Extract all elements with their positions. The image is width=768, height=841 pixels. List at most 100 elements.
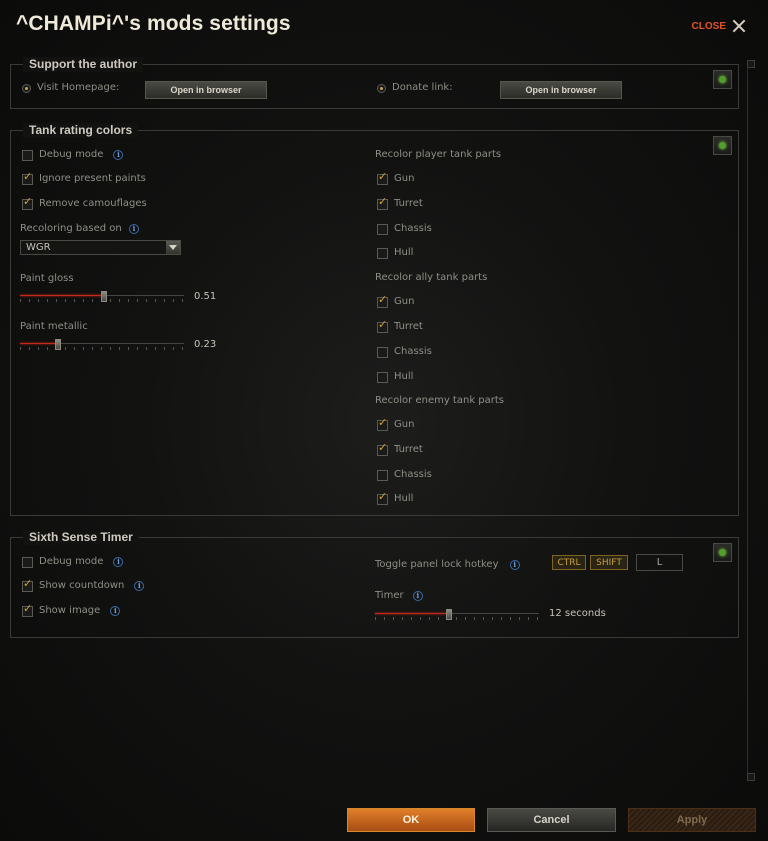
ignore-paints-checkbox[interactable]: Ignore present paints [22,171,146,185]
ally-turret-checkbox[interactable]: Turret [377,319,423,333]
checkbox-box [377,491,388,505]
homepage-open-button[interactable]: Open in browser [145,81,267,99]
player-gun-checkbox[interactable]: Gun [377,171,415,185]
show-image-checkbox[interactable]: Show image i [22,603,121,617]
visit-homepage-radio[interactable]: Visit Homepage: [22,82,119,94]
info-icon[interactable]: i [113,557,124,567]
player-parts-title: Recolor player tank parts [375,149,502,160]
hotkey-ctrl-key[interactable]: CTRL [552,555,586,570]
tank-rating-group: Tank rating colors Debug mode i Ignore p… [10,123,739,516]
scroll-up-arrow[interactable] [747,60,755,68]
show-countdown-label: Show countdown [39,580,125,591]
paint-metallic-label: Paint metallic [20,321,88,332]
checkbox-box [377,319,388,333]
timer-slider[interactable] [375,609,539,620]
enemy-turret-checkbox[interactable]: Turret [377,442,423,456]
ally-hull-label: Hull [394,371,414,382]
enemy-hull-checkbox[interactable]: Hull [377,491,413,505]
slider-thumb[interactable] [54,339,61,350]
enemy-chassis-checkbox[interactable]: Chassis [377,469,432,481]
close-button[interactable]: CLOSE [692,19,746,33]
ignore-paints-label: Ignore present paints [39,173,146,184]
show-image-label: Show image [39,605,101,616]
collapse-icon [719,142,726,149]
checkbox-box [22,556,33,568]
scrollbar[interactable] [747,60,755,781]
enemy-gun-checkbox[interactable]: Gun [377,417,415,431]
timer-label-text: Timer [375,590,404,601]
hotkey-label-text: Toggle panel lock hotkey [375,559,499,570]
ally-chassis-checkbox[interactable]: Chassis [377,346,432,358]
donate-open-button[interactable]: Open in browser [500,81,622,99]
ally-hull-checkbox[interactable]: Hull [377,371,413,383]
chevron-down-icon [166,241,180,254]
paint-gloss-slider[interactable] [20,291,184,302]
checkbox-box [377,247,388,259]
ally-gun-label: Gun [394,296,415,307]
checkbox-box [22,578,33,592]
ally-gun-checkbox[interactable]: Gun [377,294,415,308]
paint-metallic-slider[interactable] [20,339,184,350]
info-icon[interactable]: i [134,581,145,591]
paint-gloss-label: Paint gloss [20,273,74,284]
checkbox-box [377,346,388,358]
timer-label: Timer i [375,590,423,602]
recoloring-label-text: Recoloring based on [20,223,122,234]
donate-link-radio[interactable]: Donate link: [377,82,453,94]
info-icon[interactable]: i [412,591,423,601]
sixth-debug-mode-checkbox[interactable]: Debug mode i [22,556,124,568]
checkbox-box [377,223,388,235]
support-collapse-button[interactable] [713,70,732,89]
show-countdown-checkbox[interactable]: Show countdown i [22,578,145,592]
slider-thumb[interactable] [445,609,452,620]
player-turret-label: Turret [394,198,423,209]
sixth-debug-mode-label: Debug mode [39,556,104,567]
support-group-title: Support the author [23,57,143,72]
hotkey-shift-key[interactable]: SHIFT [590,555,628,570]
enemy-turret-label: Turret [394,444,423,455]
donate-link-label: Donate link: [392,82,453,93]
checkbox-box [22,149,33,161]
ally-parts-title: Recolor ally tank parts [375,272,488,283]
info-icon[interactable]: i [509,560,520,570]
player-hull-label: Hull [394,247,414,258]
recoloring-select-value: WGR [26,242,51,253]
close-icon [732,19,746,33]
info-icon[interactable]: i [110,606,121,616]
checkbox-box [377,196,388,210]
slider-ticks [375,617,539,620]
ok-button[interactable]: OK [347,808,475,832]
paint-metallic-value: 0.23 [194,339,217,350]
info-icon[interactable]: i [113,150,124,160]
player-gun-label: Gun [394,173,415,184]
player-chassis-checkbox[interactable]: Chassis [377,223,432,235]
player-chassis-label: Chassis [394,223,432,234]
sixth-collapse-button[interactable] [713,543,732,562]
checkbox-box [377,294,388,308]
player-hull-checkbox[interactable]: Hull [377,247,413,259]
slider-fill [20,295,104,296]
recoloring-label: Recoloring based on i [20,223,139,235]
info-icon[interactable]: i [128,224,139,234]
apply-button[interactable]: Apply [628,808,756,832]
tank-collapse-button[interactable] [713,136,732,155]
slider-ticks [20,347,184,350]
ally-chassis-label: Chassis [394,346,432,357]
scroll-down-arrow[interactable] [747,773,755,781]
player-turret-checkbox[interactable]: Turret [377,196,423,210]
remove-camo-checkbox[interactable]: Remove camouflages [22,196,147,210]
window-title: ^CHAMPi^'s mods settings [16,12,291,35]
collapse-icon [719,76,726,83]
support-group: Support the author Visit Homepage: Open … [10,57,739,109]
recoloring-select[interactable]: WGR [20,240,181,255]
ally-turret-label: Turret [394,321,423,332]
visit-homepage-label: Visit Homepage: [37,82,120,93]
enemy-gun-label: Gun [394,419,415,430]
hotkey-key-field[interactable]: L [636,554,683,571]
checkbox-box [377,442,388,456]
tank-rating-group-title: Tank rating colors [23,123,139,138]
checkbox-box [377,171,388,185]
tank-debug-mode-checkbox[interactable]: Debug mode i [22,149,124,161]
slider-thumb[interactable] [100,291,107,302]
cancel-button[interactable]: Cancel [487,808,616,832]
